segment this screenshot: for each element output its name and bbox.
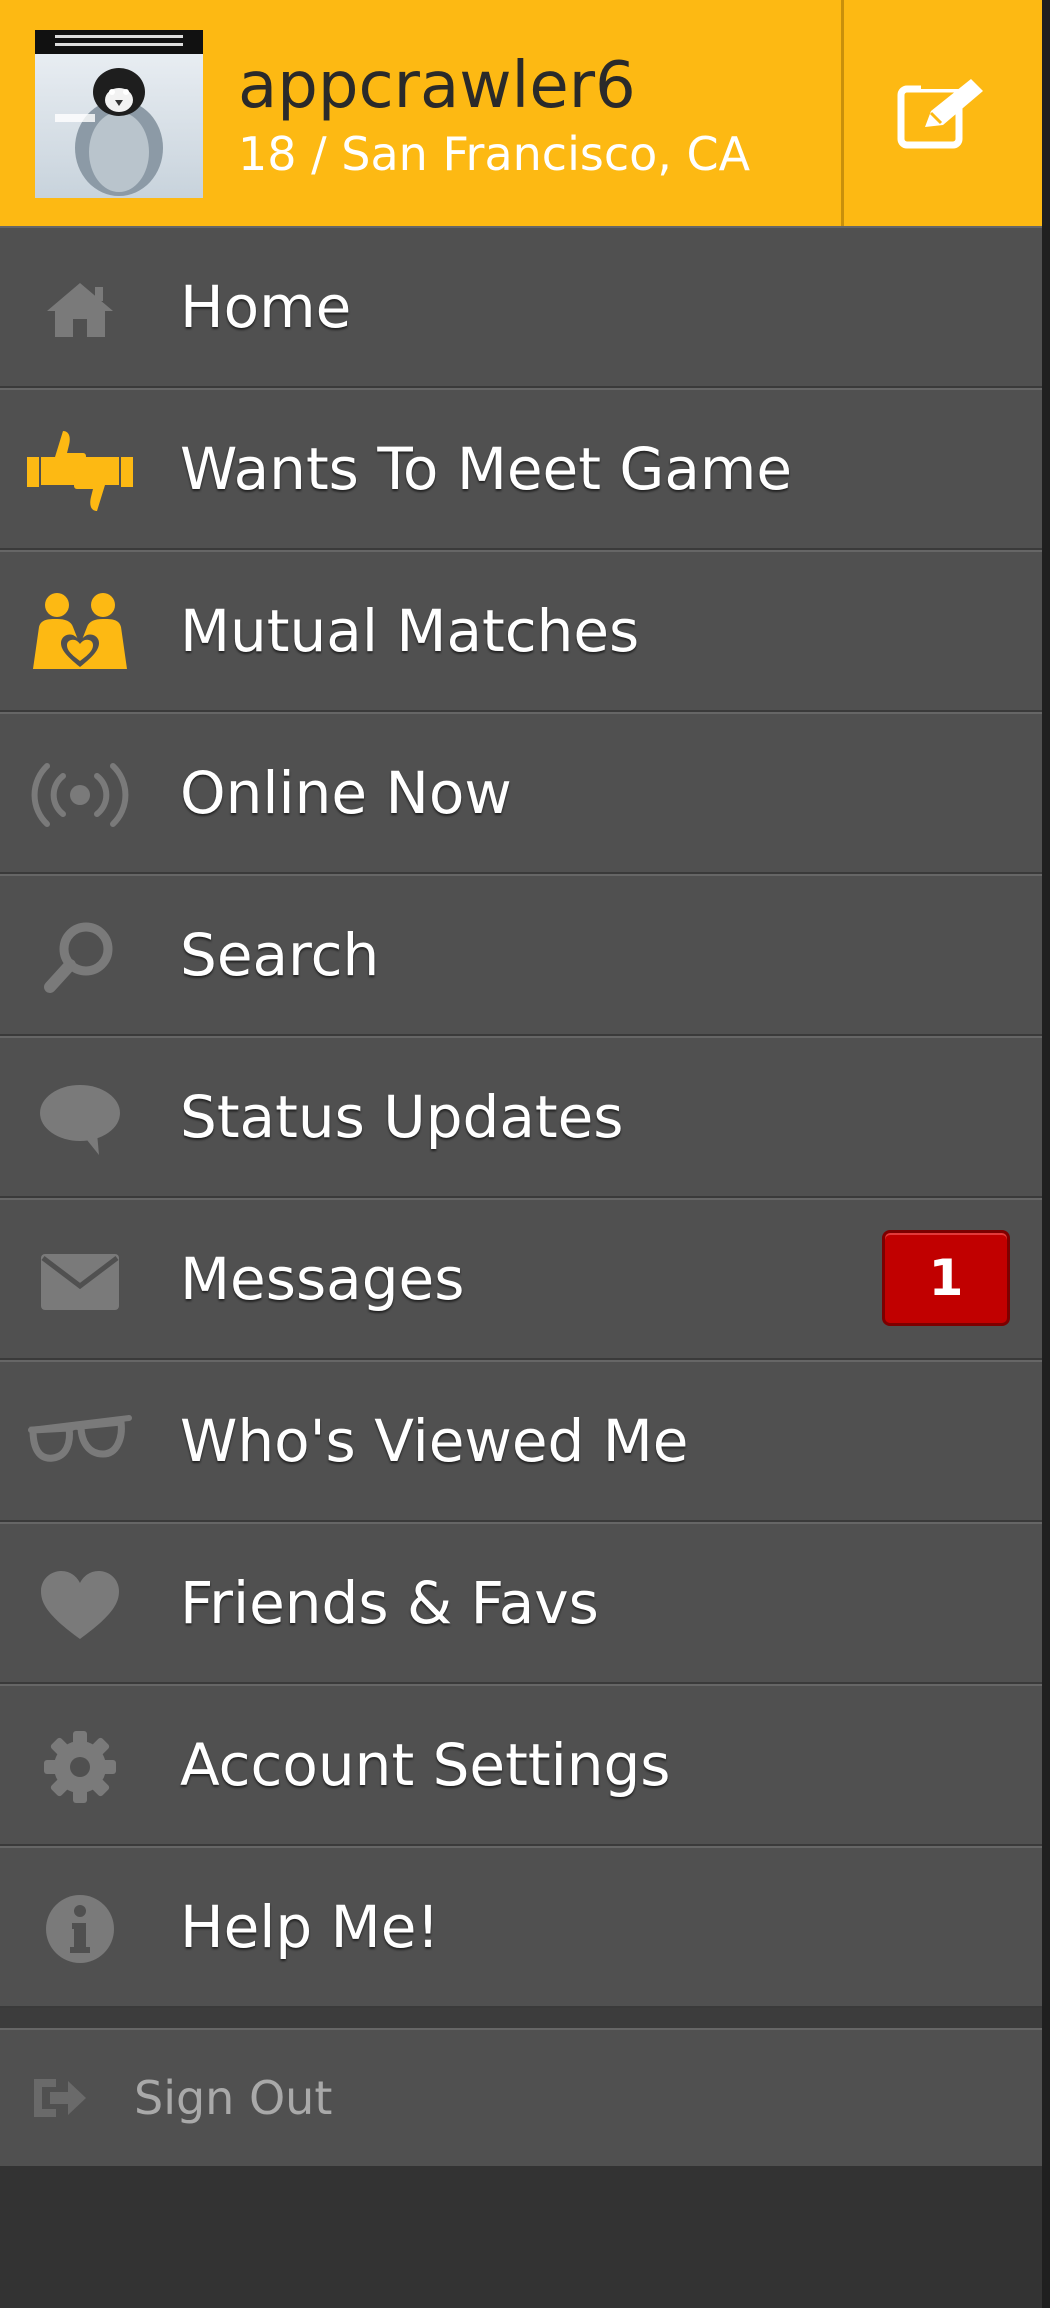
sign-out-label: Sign Out [134, 2071, 333, 2125]
menu-item-help-me[interactable]: Help Me! [0, 1846, 1042, 2008]
menu-item-messages[interactable]: Messages 1 [0, 1198, 1042, 1360]
home-icon [25, 265, 135, 353]
avatar[interactable] [35, 30, 203, 198]
navigation-drawer: appcrawler6 18 / San Francisco, CA Home [0, 0, 1042, 2308]
menu-item-label: Search [180, 921, 380, 989]
gear-icon [25, 1723, 135, 1811]
menu-item-mutual-matches[interactable]: Mutual Matches [0, 550, 1042, 712]
menu-item-status-updates[interactable]: Status Updates [0, 1036, 1042, 1198]
edit-profile-button[interactable] [844, 0, 1042, 226]
menu-item-friends-and-favs[interactable]: Friends & Favs [0, 1522, 1042, 1684]
menu-item-label: Mutual Matches [180, 597, 640, 665]
heart-icon [25, 1561, 135, 1649]
content-edge [1042, 0, 1050, 2308]
menu-item-account-settings[interactable]: Account Settings [0, 1684, 1042, 1846]
username: appcrawler6 [238, 49, 636, 123]
menu-item-whos-viewed-me[interactable]: Who's Viewed Me [0, 1360, 1042, 1522]
menu-item-label: Account Settings [180, 1731, 671, 1799]
broadcast-icon [25, 751, 135, 839]
mutual-matches-icon [25, 589, 135, 677]
menu-item-label: Online Now [180, 759, 512, 827]
age-location: 18 / San Francisco, CA [238, 127, 751, 181]
menu-item-home[interactable]: Home [0, 226, 1042, 388]
menu-divider [0, 2008, 1042, 2028]
sign-out-button[interactable]: Sign Out [0, 2028, 1042, 2166]
menu-item-label: Who's Viewed Me [180, 1407, 689, 1475]
sign-out-icon [28, 2070, 92, 2126]
glasses-icon [25, 1399, 135, 1487]
menu-list: Home Wants To Meet Game Mutual Matches O… [0, 226, 1042, 2166]
profile-header: appcrawler6 18 / San Francisco, CA [0, 0, 1042, 226]
menu-item-label: Messages [180, 1245, 465, 1313]
search-icon [25, 913, 135, 1001]
menu-item-label: Wants To Meet Game [180, 435, 793, 503]
menu-item-wants-to-meet-game[interactable]: Wants To Meet Game [0, 388, 1042, 550]
speech-bubble-icon [25, 1075, 135, 1163]
menu-item-label: Help Me! [180, 1893, 440, 1961]
thumbs-up-down-icon [25, 427, 135, 515]
edit-icon [897, 77, 983, 149]
menu-item-search[interactable]: Search [0, 874, 1042, 1036]
menu-item-online-now[interactable]: Online Now [0, 712, 1042, 874]
unread-messages-badge: 1 [882, 1230, 1010, 1326]
info-icon [25, 1885, 135, 1973]
menu-item-label: Status Updates [180, 1083, 624, 1151]
menu-item-label: Friends & Favs [180, 1569, 599, 1637]
envelope-icon [25, 1237, 135, 1325]
menu-item-label: Home [180, 273, 352, 341]
